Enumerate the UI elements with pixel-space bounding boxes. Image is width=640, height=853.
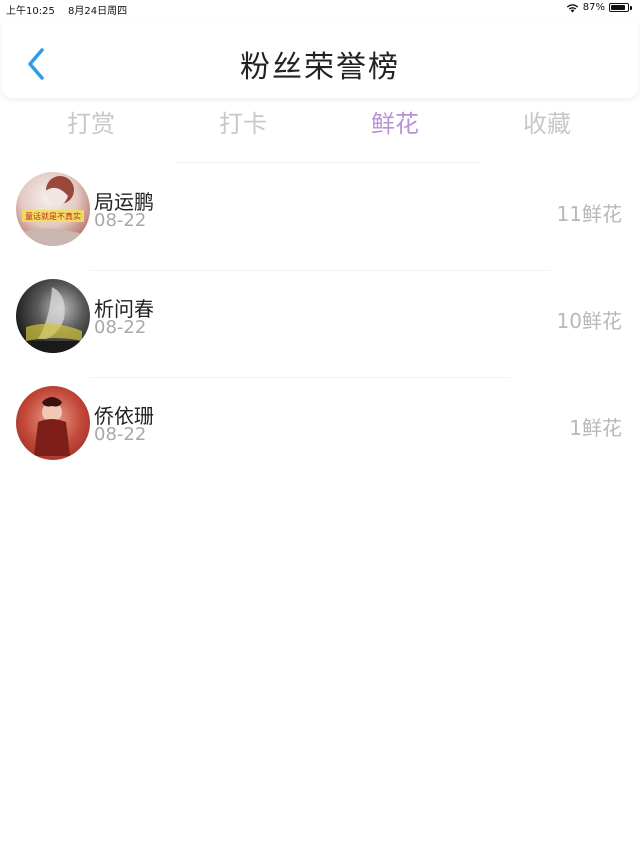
status-time: 上午10:25 [6,6,55,17]
battery-percent: 87% [582,2,605,13]
row-divider [90,377,510,378]
tab-checkin[interactable]: 打卡 [167,104,319,139]
avatar: 童话就是不真实 [16,172,90,246]
flower-count: 1鲜花 [569,416,622,440]
list-item[interactable]: 童话就是不真实 局运鹏 08-22 11鲜花 [0,172,640,278]
fan-date: 08-22 [94,317,147,338]
avatar [16,279,90,353]
wifi-icon [566,3,578,12]
tab-bar: 打赏 打卡 鲜花 收藏 [0,100,640,140]
avatar-image [16,386,90,460]
avatar-caption: 童话就是不真实 [25,211,81,221]
avatar [16,386,90,460]
battery-tip [630,5,632,10]
status-left: 上午10:25 8月24日周四 [6,2,137,17]
status-right: 87% [566,2,632,13]
tab-divider [175,162,480,163]
fan-date: 08-22 [94,424,147,445]
list-item[interactable]: 侨依珊 08-22 1鲜花 [0,386,640,492]
battery-level [611,5,625,10]
status-date: 8月24日周四 [68,6,128,17]
tab-flowers[interactable]: 鲜花 [319,104,471,139]
tab-favorites[interactable]: 收藏 [471,104,623,139]
battery-icon [609,3,629,12]
status-bar: 上午10:25 8月24日周四 87% [0,0,640,17]
header: 粉丝荣誉榜 [2,20,638,98]
tab-tip[interactable]: 打赏 [15,104,167,139]
page-title: 粉丝荣誉榜 [240,50,400,85]
row-divider [90,270,550,271]
avatar-image: 童话就是不真实 [16,172,90,246]
fan-date: 08-22 [94,210,147,231]
flower-count: 10鲜花 [556,309,622,333]
avatar-image [16,279,90,353]
flower-count: 11鲜花 [556,202,622,226]
list-item[interactable]: 析问春 08-22 10鲜花 [0,279,640,385]
